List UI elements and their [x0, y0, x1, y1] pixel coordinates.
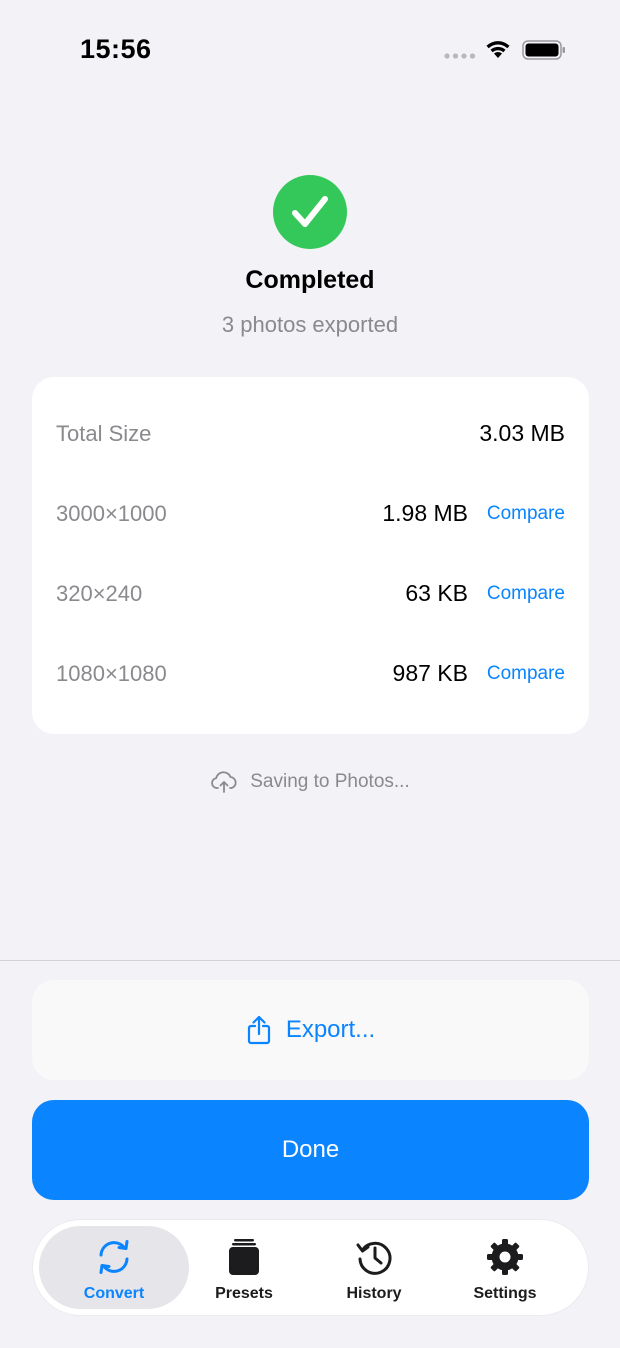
status-time: 15:56 [80, 34, 152, 64]
export-item-row: 320×240 63 KB Compare [56, 575, 565, 615]
checkmark-circle-icon [273, 175, 347, 249]
wifi-icon [486, 41, 510, 58]
item-dimensions: 3000×1000 [56, 501, 167, 526]
cloud-upload-icon [211, 771, 237, 793]
saving-status: Saving to Photos... [0, 770, 620, 800]
signal-dots-icon [444, 53, 476, 59]
compare-link[interactable]: Compare [487, 583, 565, 605]
export-item-row: 3000×1000 1.98 MB Compare [56, 495, 565, 535]
tab-label: Presets [215, 1285, 273, 1302]
export-item-row: 1080×1080 987 KB Compare [56, 655, 565, 695]
status-bar: 15:56 [0, 0, 620, 100]
tab-settings[interactable]: Settings [430, 1226, 580, 1309]
share-icon [247, 1015, 270, 1045]
completion-subtitle: 3 photos exported [221, 312, 399, 337]
convert-icon [99, 1240, 129, 1274]
tab-history[interactable]: History [299, 1226, 449, 1309]
item-size: 1.98 MB [382, 500, 468, 526]
export-button[interactable]: Export... [32, 980, 589, 1080]
tab-bar: Convert Presets History Settings [33, 1220, 588, 1315]
export-summary-card: Total Size 3.03 MB 3000×1000 1.98 MB Com… [32, 377, 589, 734]
tab-label: Convert [83, 1285, 145, 1302]
done-button[interactable]: Done [32, 1100, 589, 1200]
done-label: Done [281, 1136, 340, 1163]
settings-icon [487, 1239, 523, 1275]
total-size-label: Total Size [56, 421, 152, 446]
item-size: 987 KB [392, 660, 468, 686]
item-dimensions: 1080×1080 [56, 661, 167, 686]
export-complete-screen: 15:56 Completed 3 photos exported Total … [0, 0, 620, 1348]
saving-text: Saving to Photos... [250, 771, 410, 792]
compare-link[interactable]: Compare [487, 663, 565, 685]
item-dimensions: 320×240 [56, 581, 143, 606]
tab-label: Settings [473, 1285, 537, 1302]
history-icon [356, 1241, 392, 1275]
total-size-value: 3.03 MB [479, 420, 565, 446]
total-size-row: Total Size 3.03 MB [56, 415, 565, 455]
tab-presets[interactable]: Presets [169, 1226, 319, 1309]
bottom-divider [0, 960, 620, 961]
tab-label: History [346, 1285, 402, 1302]
tab-convert[interactable]: Convert [39, 1226, 189, 1309]
completion-title: Completed [245, 266, 375, 294]
presets-icon [229, 1239, 259, 1275]
item-size: 63 KB [405, 580, 468, 606]
export-label: Export... [285, 1016, 376, 1043]
battery-icon [522, 40, 565, 60]
compare-link[interactable]: Compare [487, 503, 565, 525]
